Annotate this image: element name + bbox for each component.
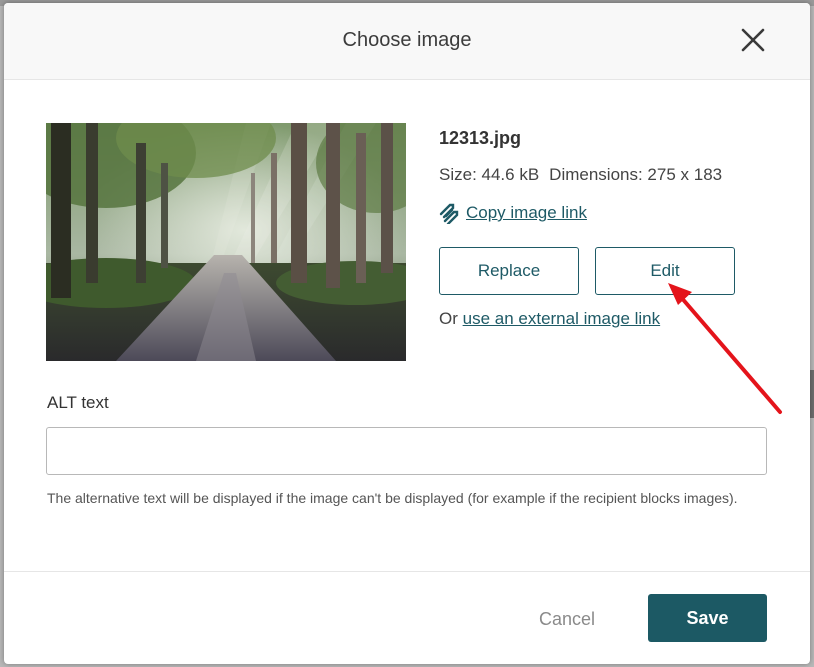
close-icon bbox=[741, 28, 765, 52]
cancel-button[interactable]: Cancel bbox=[524, 597, 610, 641]
replace-button[interactable]: Replace bbox=[439, 247, 579, 295]
close-button[interactable] bbox=[740, 27, 766, 53]
image-preview bbox=[46, 123, 406, 361]
alt-text-label: ALT text bbox=[47, 393, 109, 412]
external-image-link[interactable]: use an external image link bbox=[463, 309, 661, 328]
copy-image-link[interactable]: Copy image link bbox=[438, 201, 587, 225]
file-meta: Size: 44.6 kB Dimensions: 275 x 183 bbox=[439, 165, 722, 185]
choose-image-dialog: Choose image 12313.jpg Size: 44.6 kB Dim… bbox=[4, 3, 810, 664]
external-link-line: Or use an external image link bbox=[439, 309, 660, 329]
alt-text-input[interactable] bbox=[46, 427, 767, 475]
external-link-prefix: Or bbox=[439, 309, 458, 328]
alt-text-help: The alternative text will be displayed i… bbox=[47, 490, 738, 506]
save-button[interactable]: Save bbox=[648, 594, 767, 642]
link-icon bbox=[439, 203, 459, 224]
forest-photo bbox=[46, 123, 406, 361]
file-size: Size: 44.6 kB bbox=[439, 165, 540, 184]
dialog-title: Choose image bbox=[342, 29, 472, 51]
edit-button[interactable]: Edit bbox=[595, 247, 735, 295]
file-dimensions: Dimensions: 275 x 183 bbox=[549, 165, 723, 184]
file-name: 12313.jpg bbox=[439, 128, 522, 148]
copy-image-link-label: Copy image link bbox=[466, 203, 587, 222]
footer-divider bbox=[4, 571, 810, 572]
dialog-header: Choose image bbox=[4, 3, 810, 80]
